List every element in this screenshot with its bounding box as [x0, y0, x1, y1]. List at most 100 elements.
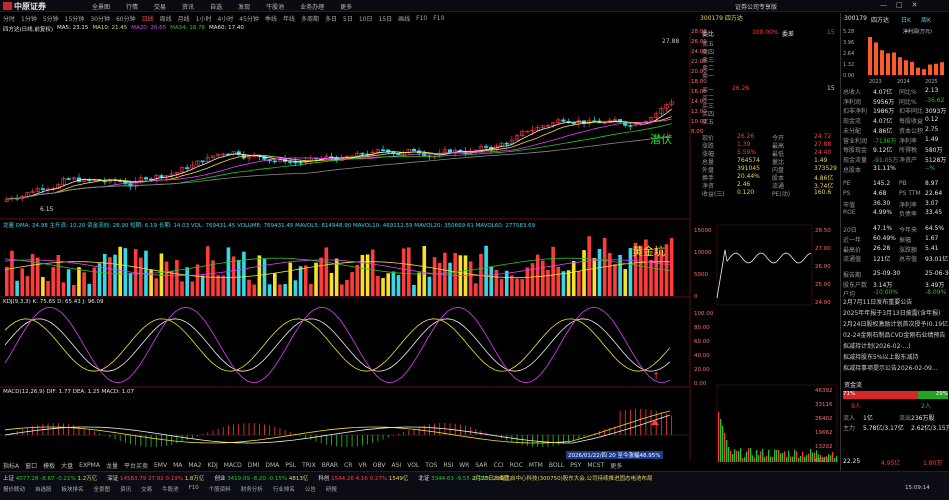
chart-area[interactable]: ↑: [0, 33, 700, 460]
indicator-tab-18[interactable]: VR: [358, 462, 366, 469]
period-tab-1[interactable]: 1分钟: [21, 14, 37, 23]
period-tab-20[interactable]: F10: [416, 15, 427, 22]
period-tab-5[interactable]: 60分钟: [116, 14, 136, 23]
period-tab-17[interactable]: 10日: [359, 14, 373, 23]
indicator-tab-20[interactable]: ASI: [392, 462, 402, 469]
period-tab-0[interactable]: 分时: [3, 14, 15, 23]
period-tab-3[interactable]: 15分钟: [65, 14, 85, 23]
indicator-tab-27[interactable]: ROC: [510, 462, 523, 469]
function-tab-5[interactable]: 交易: [141, 485, 152, 493]
menu-item-2[interactable]: 交易: [154, 2, 166, 11]
function-tab-1[interactable]: 自选股: [35, 485, 52, 493]
indicator-tab-21[interactable]: VOL: [407, 462, 419, 469]
period-tab-2[interactable]: 5分钟: [43, 14, 59, 23]
indicator-tab-17[interactable]: CR: [344, 462, 352, 469]
indicator-tab-6[interactable]: 平台买卖: [124, 461, 148, 470]
function-tab-9[interactable]: 财务分析: [241, 485, 263, 493]
indicator-tab-2[interactable]: 模板: [43, 461, 55, 470]
indicator-tab-8[interactable]: MA: [173, 462, 182, 469]
stat-row-cell: PS: [843, 190, 851, 197]
news-ticker[interactable]: 2月23日上海重启中心科技(300750)股东大会,公司持续推进固态电池布局: [472, 474, 802, 482]
indicator-tab-10[interactable]: KDJ: [207, 462, 217, 469]
menu-item-8[interactable]: 更多: [340, 2, 352, 11]
mini-charts[interactable]: 15000 10000 5000 0 28.50 27.00 26.00 25.00 24.00…: [692, 220, 840, 470]
function-tab-8[interactable]: 个股资料: [209, 485, 231, 493]
indicator-tab-30[interactable]: PSY: [570, 462, 581, 469]
function-tab-0[interactable]: 报价联动: [3, 485, 25, 493]
period-tab-11[interactable]: 45分钟: [239, 14, 259, 23]
function-tab-4[interactable]: 资讯: [120, 485, 131, 493]
function-tab-11[interactable]: 公告: [305, 485, 316, 493]
close-icon[interactable]: ✕: [912, 1, 918, 9]
indicator-tab-4[interactable]: EXPMA: [79, 462, 100, 469]
indicator-tab-7[interactable]: EMV: [154, 462, 167, 469]
period-tab-13[interactable]: 年线: [283, 14, 295, 23]
period-tab-10[interactable]: 4小时: [217, 14, 233, 23]
menu-item-0[interactable]: 全景图: [92, 2, 110, 11]
indicator-pane[interactable]: [0, 226, 691, 298]
indicator-tab-12[interactable]: DMI: [248, 462, 260, 469]
period-tab-18[interactable]: 15日: [378, 14, 392, 23]
indicator-tab-23[interactable]: RSI: [443, 462, 453, 469]
news-item[interactable]: 拟减持计划(2026-02-...): [843, 341, 948, 351]
minimize-icon[interactable]: —: [880, 1, 887, 9]
price-pane[interactable]: [0, 33, 691, 220]
indicator-tab-28[interactable]: MTM: [529, 462, 543, 469]
kdj-pane[interactable]: ↑: [0, 304, 691, 388]
indicator-tab-31[interactable]: MCST: [587, 462, 604, 469]
indicator-tab-26[interactable]: CCI: [494, 462, 504, 469]
period-tab-12[interactable]: 季线: [265, 14, 277, 23]
indicator-tab-22[interactable]: TOS: [425, 462, 437, 469]
menu-item-5[interactable]: 发现: [238, 2, 250, 11]
period-tab-4[interactable]: 30分钟: [90, 14, 110, 23]
indicator-tab-19[interactable]: OBV: [373, 462, 386, 469]
news-item[interactable]: 拟减持股东5%以上股东减持: [843, 352, 948, 362]
indicator-tab-1[interactable]: 窗口: [25, 461, 37, 470]
indicator-tab-11[interactable]: MACD: [224, 462, 242, 469]
function-tab-7[interactable]: F10: [189, 485, 199, 493]
menu-item-6[interactable]: 牛股池: [266, 2, 284, 11]
indicator-tab-14[interactable]: PSL: [285, 462, 296, 469]
news-item[interactable]: 2月24日股权激励计划首次授予(0.19亿): [843, 319, 948, 329]
indicator-tab-5[interactable]: 龙量: [106, 461, 118, 470]
function-tab-6[interactable]: 牛股池: [162, 485, 179, 493]
index-ticker[interactable]: 上证 4077.28 -8.67 -0.21% 1.2万亿: [3, 474, 97, 482]
function-tab-12[interactable]: 研报: [326, 485, 337, 493]
period-tab-6[interactable]: 日线: [142, 14, 154, 23]
period-tab-7[interactable]: 周线: [160, 14, 172, 23]
indicator-tab-3[interactable]: 大盘: [61, 461, 73, 470]
period-tab-19[interactable]: 画线: [398, 14, 410, 23]
news-item[interactable]: 02-24金刚石制品CVD金刚石业绩预告: [843, 330, 948, 340]
menu-item-3[interactable]: 资讯: [182, 2, 194, 11]
indicator-tab-25[interactable]: SAR: [475, 462, 487, 469]
menu-item-4[interactable]: 自选: [210, 2, 222, 11]
indicator-tab-15[interactable]: TRIX: [302, 462, 316, 469]
stat-row-cell: 1.67: [925, 234, 939, 242]
indicator-tab-24[interactable]: WR: [459, 462, 469, 469]
indicator-tab-29[interactable]: BOLL: [549, 462, 564, 469]
index-ticker[interactable]: 科创 1544.26 4.16 0.27% 1549亿: [318, 474, 408, 482]
indicator-tab-16[interactable]: BRAR: [322, 462, 338, 469]
indicator-tab-0[interactable]: 指标A: [3, 461, 19, 470]
news-item[interactable]: 拟减持事项提示公告2026-02-09...: [843, 363, 948, 373]
menu-item-7[interactable]: 业务办理: [300, 2, 324, 11]
index-ticker[interactable]: 深证 14583.79 27.92 0.19% 1.8万亿: [107, 474, 204, 482]
news-item[interactable]: 2025年年报于3月13日披露(含年报): [843, 308, 948, 318]
menu-item-1[interactable]: 行情: [126, 2, 138, 11]
indicator-tab-32[interactable]: 更多: [610, 461, 622, 470]
function-tab-10[interactable]: 行业排名: [273, 485, 295, 493]
period-tab-9[interactable]: 1小时: [196, 14, 212, 23]
news-item[interactable]: 2月7月11日发布重要公告: [843, 297, 948, 307]
indicator-tab-13[interactable]: DMA: [265, 462, 279, 469]
index-ticker[interactable]: 创业 3419.09 -8.20 -0.15% 4813亿: [214, 474, 308, 482]
maximize-icon[interactable]: □: [896, 1, 903, 9]
period-tab-21[interactable]: F10: [433, 15, 444, 22]
period-tab-16[interactable]: 5日: [343, 14, 353, 23]
period-tab-14[interactable]: 多周期: [301, 14, 319, 23]
function-tab-2[interactable]: 板块排名: [62, 485, 84, 493]
indicator-tab-9[interactable]: MA2: [188, 462, 201, 469]
period-tab-15[interactable]: 多日: [325, 14, 337, 23]
mini-volume-bar: [792, 456, 794, 462]
function-tab-3[interactable]: 全景图: [94, 485, 111, 493]
period-tab-8[interactable]: 月线: [178, 14, 190, 23]
